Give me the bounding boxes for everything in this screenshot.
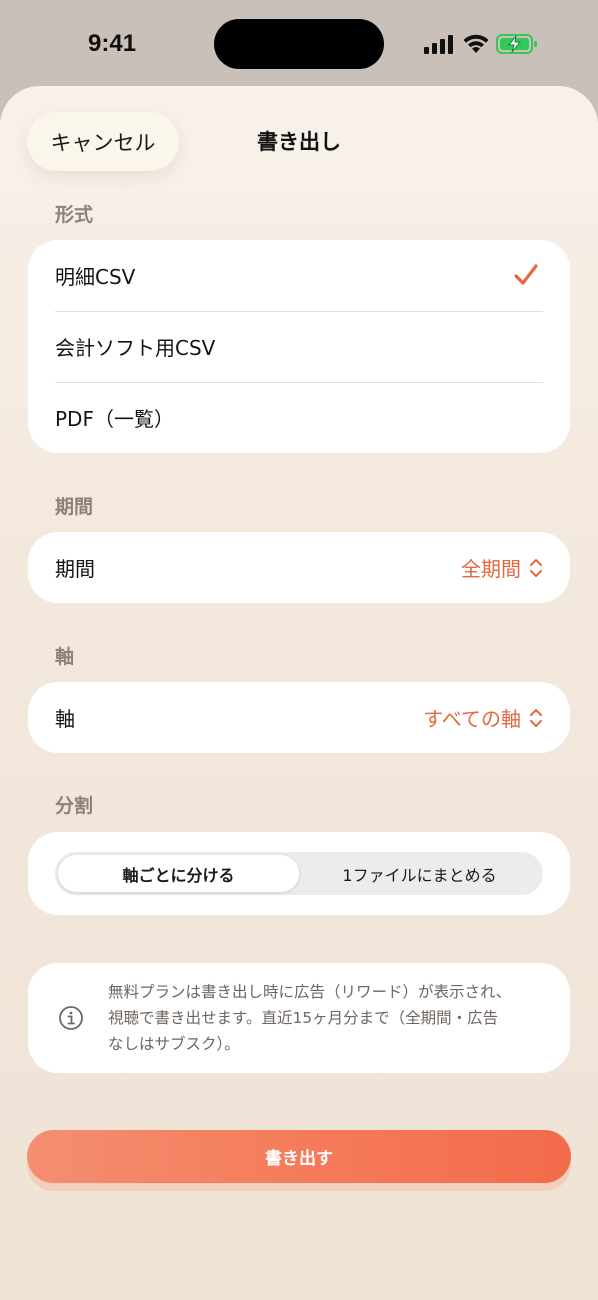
period-label: 期間 — [55, 557, 95, 581]
section-label-split: 分割 — [55, 795, 94, 817]
checkmark-icon — [514, 264, 538, 285]
status-icons — [424, 32, 538, 56]
nav-bar: キャンセル 書き出し — [0, 86, 598, 196]
cellular-signal-icon — [424, 35, 453, 54]
axis-label: 軸 — [55, 707, 75, 731]
info-text: 無料プランは書き出し時に広告（リワード）が表示され、 視聴で書き出せます。直近1… — [108, 979, 511, 1057]
option-label: PDF（一覧） — [55, 407, 174, 431]
info-line: なしはサブスク）。 — [108, 1035, 240, 1053]
dynamic-island — [214, 19, 384, 69]
page-title: 書き出し — [257, 130, 341, 154]
axis-card: 軸 すべての軸 — [28, 682, 570, 753]
segment-split-by-axis[interactable]: 軸ごとに分ける — [58, 855, 299, 892]
status-bar: 9:41 — [0, 0, 598, 86]
section-label-format: 形式 — [55, 204, 94, 226]
period-value: 全期間 — [461, 557, 521, 581]
info-card: 無料プランは書き出し時に広告（リワード）が表示され、 視聴で書き出せます。直近1… — [28, 963, 570, 1073]
option-label: 会計ソフト用CSV — [55, 336, 216, 360]
wifi-icon — [463, 34, 489, 53]
section-label-axis: 軸 — [55, 646, 75, 668]
format-option-accounting-csv[interactable]: 会計ソフト用CSV — [28, 311, 570, 382]
info-line: 無料プランは書き出し時に広告（リワード）が表示され、 — [108, 983, 512, 1001]
segment-single-file[interactable]: 1ファイルにまとめる — [299, 855, 540, 892]
export-button[interactable]: 書き出す — [27, 1130, 571, 1183]
info-circle-icon — [59, 1006, 83, 1030]
battery-charging-icon — [496, 34, 537, 54]
section-label-period: 期間 — [55, 496, 94, 518]
split-card: 軸ごとに分ける 1ファイルにまとめる — [28, 832, 570, 915]
axis-picker[interactable]: すべての軸 — [423, 703, 543, 732]
format-card: 明細CSV 会計ソフト用CSV PDF（一覧） — [28, 240, 570, 453]
option-label: 明細CSV — [55, 265, 136, 289]
chevron-up-down-icon — [530, 708, 542, 727]
status-time: 9:41 — [88, 30, 137, 57]
export-sheet: キャンセル 書き出し 形式 明細CSV 会計ソフト用CSV PDF（一覧） 期間… — [0, 86, 598, 1300]
period-picker-row[interactable]: 期間 全期間 — [28, 532, 570, 603]
chevron-up-down-icon — [530, 558, 542, 577]
format-option-pdf[interactable]: PDF（一覧） — [28, 382, 570, 453]
info-line: 視聴で書き出せます。直近15ヶ月分まで（全期間・広告 — [108, 1009, 499, 1027]
axis-value: すべての軸 — [423, 707, 521, 731]
split-segmented-control: 軸ごとに分ける 1ファイルにまとめる — [55, 852, 543, 895]
format-option-detail-csv[interactable]: 明細CSV — [28, 240, 570, 311]
period-picker[interactable]: 全期間 — [461, 553, 543, 582]
period-card: 期間 全期間 — [28, 532, 570, 603]
axis-picker-row[interactable]: 軸 すべての軸 — [28, 682, 570, 753]
